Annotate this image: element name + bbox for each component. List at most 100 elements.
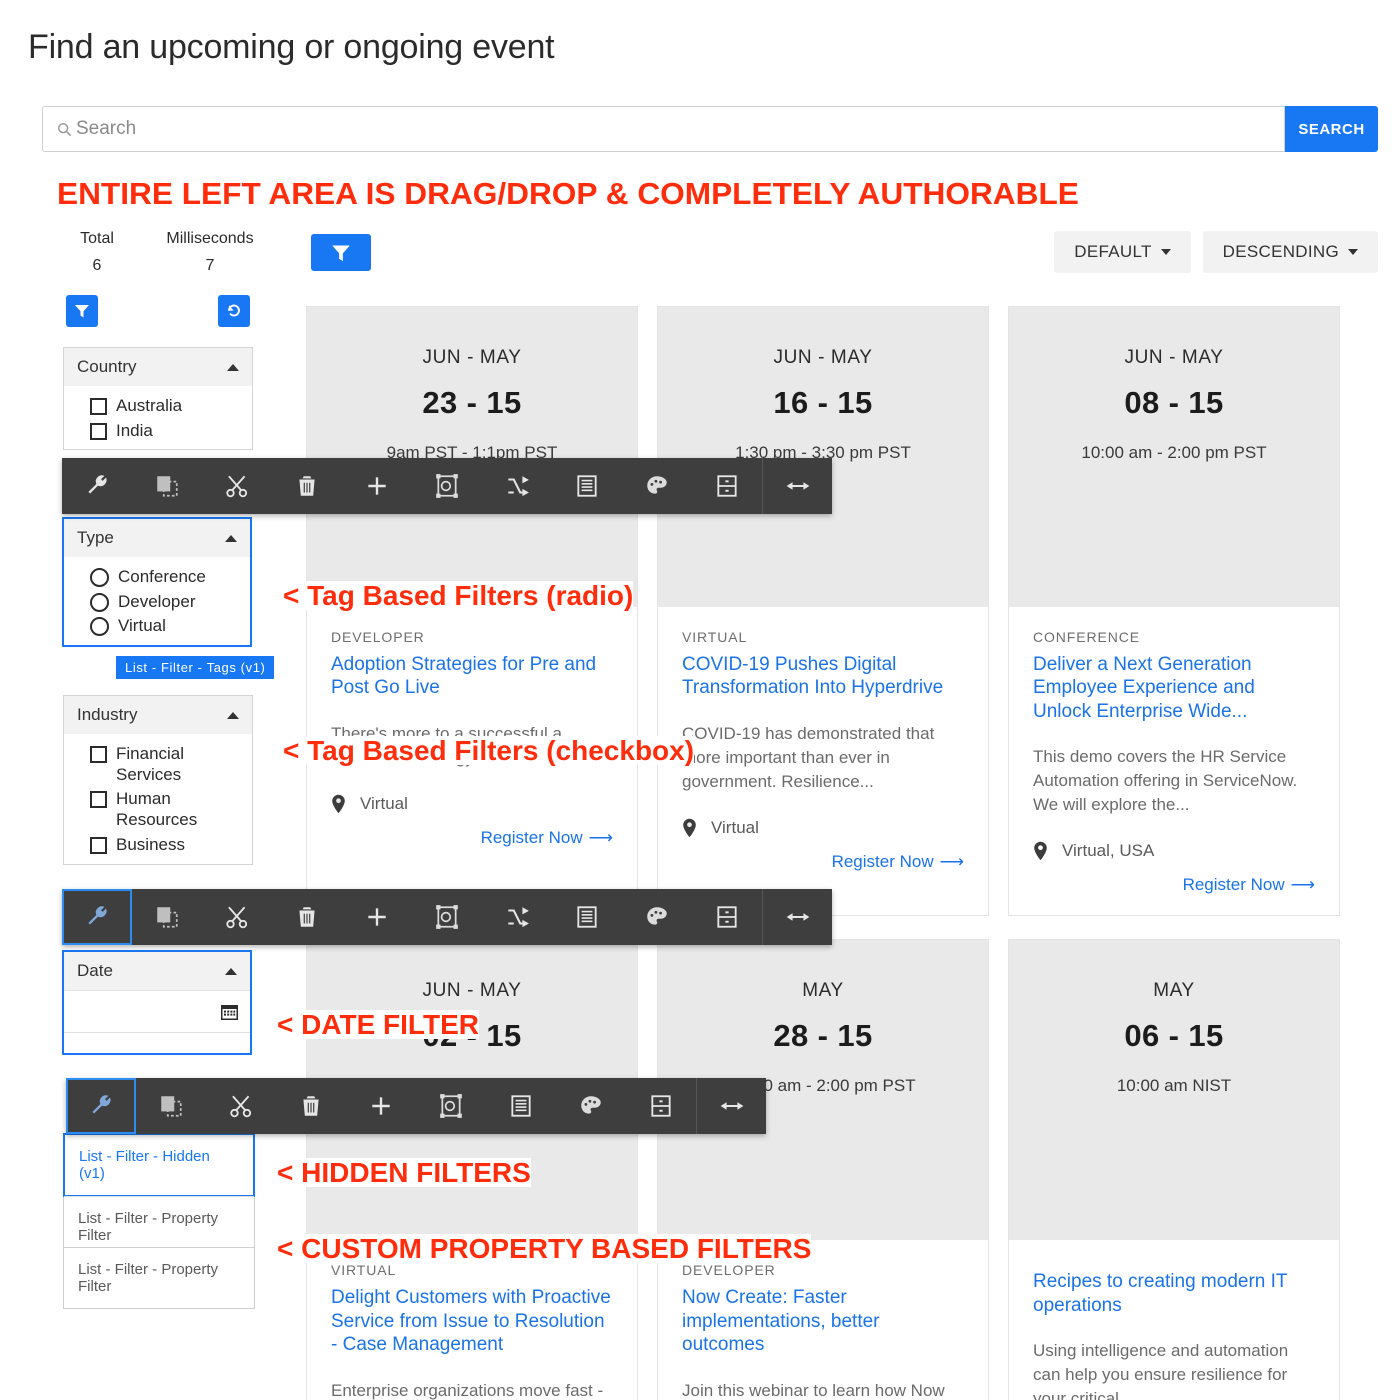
- toolbar-button-shuffle[interactable]: [482, 458, 552, 514]
- facet-option[interactable]: India: [64, 419, 252, 444]
- event-card[interactable]: MAY 28 - 15 10:00 am - 2:00 pm PST DEVEL…: [657, 939, 989, 1400]
- toolbar-button-shuffle[interactable]: [482, 889, 552, 945]
- toolbar-button-drawer[interactable]: [692, 458, 762, 514]
- toolbar-button-wrench[interactable]: [66, 1078, 136, 1134]
- sort-primary-dropdown[interactable]: DEFAULT: [1054, 231, 1191, 273]
- toolbar-button-drawer[interactable]: [626, 1078, 696, 1134]
- checkbox-icon[interactable]: [90, 836, 107, 854]
- list-filter-property[interactable]: List - Filter - Property Filter: [64, 1248, 254, 1308]
- card-register-label: Register Now: [480, 827, 583, 847]
- arrow-right-icon: ⟶: [939, 852, 964, 872]
- facet-option-label: Virtual: [118, 616, 166, 636]
- toolbar-button-resize[interactable]: [762, 458, 832, 514]
- toolbar-button-wrench[interactable]: [62, 458, 132, 514]
- card-title[interactable]: Delight Customers with Proactive Service…: [331, 1286, 613, 1356]
- filter-button-left[interactable]: [66, 295, 98, 327]
- toolbar-button-duplicate[interactable]: [132, 889, 202, 945]
- facet-header-country[interactable]: Country: [64, 348, 252, 386]
- radio-icon[interactable]: [90, 568, 109, 587]
- toolbar-button-scissors[interactable]: [206, 1078, 276, 1134]
- toolbar-button-frame[interactable]: [412, 458, 482, 514]
- date-input[interactable]: [64, 990, 250, 1032]
- facet-title: Country: [77, 357, 137, 376]
- toolbar-button-resize[interactable]: [696, 1078, 766, 1134]
- card-register-link[interactable]: Register Now ⟶: [1033, 875, 1315, 895]
- facet-option[interactable]: Business: [64, 833, 252, 858]
- toolbar-button-delete[interactable]: [272, 889, 342, 945]
- chevron-up-icon: [225, 534, 237, 542]
- facet-option-label: Financial Services: [116, 744, 185, 784]
- facet-option[interactable]: Human Resources: [64, 787, 252, 832]
- trash-icon: [299, 907, 315, 927]
- filter-button-main[interactable]: [311, 234, 371, 271]
- facet-option[interactable]: Virtual: [64, 614, 250, 639]
- card-tag: DEVELOPER: [682, 1262, 776, 1279]
- toolbar-button-list[interactable]: [552, 458, 622, 514]
- card-title[interactable]: Recipes to creating modern IT operations: [1033, 1270, 1315, 1317]
- toolbar-button-delete[interactable]: [276, 1078, 346, 1134]
- card-month: MAY: [802, 980, 844, 1002]
- card-title[interactable]: COVID-19 Pushes Digital Transformation I…: [682, 653, 964, 700]
- card-title[interactable]: Deliver a Next Generation Employee Exper…: [1033, 653, 1315, 723]
- toolbar-button-palette[interactable]: [622, 889, 692, 945]
- list-filter-hidden[interactable]: List - Filter - Hidden (v1): [63, 1133, 255, 1197]
- chevron-up-icon: [227, 711, 239, 719]
- toolbar-button-duplicate[interactable]: [136, 1078, 206, 1134]
- toolbar-button-list[interactable]: [486, 1078, 556, 1134]
- chevron-up-icon: [227, 363, 239, 371]
- card-description: COVID-19 has demonstrated that more impo…: [682, 723, 935, 791]
- facet-option[interactable]: Australia: [64, 394, 252, 419]
- event-card[interactable]: JUN - MAY 08 - 15 10:00 am - 2:00 pm PST…: [1008, 306, 1340, 917]
- card-register-link[interactable]: Register Now ⟶: [682, 852, 964, 872]
- card-body: CONFERENCE Deliver a Next Generation Emp…: [1009, 607, 1339, 915]
- facet-header-type[interactable]: Type: [64, 519, 250, 557]
- facet-option[interactable]: Conference: [64, 565, 250, 590]
- facet-title: Date: [77, 961, 113, 980]
- calendar-icon[interactable]: [220, 1002, 239, 1021]
- facet-body: Australia India: [64, 386, 252, 449]
- wrench-icon: [88, 475, 107, 494]
- card-hero: JUN - MAY 23 - 15 9am PST - 1:1pm PST: [307, 307, 637, 607]
- card-body: VIRTUAL COVID-19 Pushes Digital Transfor…: [658, 607, 988, 892]
- toolbar-button-duplicate[interactable]: [132, 458, 202, 514]
- sort-direction-dropdown[interactable]: DESCENDING: [1202, 231, 1378, 273]
- card-title[interactable]: Adoption Strategies for Pre and Post Go …: [331, 653, 613, 700]
- facet-header-date[interactable]: Date: [64, 952, 250, 990]
- toolbar-button-palette[interactable]: [556, 1078, 626, 1134]
- checkbox-icon[interactable]: [90, 791, 107, 809]
- checkbox-icon[interactable]: [90, 398, 107, 415]
- event-card[interactable]: JUN - MAY 16 - 15 1:30 pm - 3:30 pm PST …: [657, 306, 989, 917]
- facet-title: Type: [77, 528, 114, 547]
- checkbox-icon[interactable]: [90, 746, 107, 763]
- search-input[interactable]: Search: [42, 106, 1285, 152]
- toolbar-button-wrench[interactable]: [62, 889, 132, 945]
- toolbar-button-palette[interactable]: [622, 458, 692, 514]
- facet-option[interactable]: Financial Services: [64, 742, 252, 787]
- event-card[interactable]: MAY 06 - 15 10:00 am NIST Recipes to cre…: [1008, 939, 1340, 1400]
- reset-icon: [228, 304, 240, 317]
- toolbar-button-scissors[interactable]: [202, 889, 272, 945]
- location-pin-icon: [332, 794, 345, 814]
- toolbar-button-frame[interactable]: [416, 1078, 486, 1134]
- facet-option[interactable]: Developer: [64, 590, 250, 615]
- facet-header-industry[interactable]: Industry: [64, 696, 252, 734]
- card-register-link[interactable]: Register Now ⟶: [331, 828, 613, 848]
- toolbar-button-frame[interactable]: [412, 889, 482, 945]
- toolbar-button-add[interactable]: [342, 458, 412, 514]
- reset-button-left[interactable]: [218, 295, 250, 327]
- toolbar-button-delete[interactable]: [272, 458, 342, 514]
- checkbox-icon[interactable]: [90, 422, 107, 440]
- toolbar-button-add[interactable]: [342, 889, 412, 945]
- event-card[interactable]: JUN - MAY 23 - 15 9am PST - 1:1pm PST DE…: [306, 306, 638, 917]
- card-title[interactable]: Now Create: Faster implementations, bett…: [682, 1286, 964, 1356]
- toolbar-button-scissors[interactable]: [202, 458, 272, 514]
- radio-icon[interactable]: [90, 592, 109, 612]
- search-button[interactable]: SEARCH: [1285, 106, 1378, 152]
- radio-icon[interactable]: [90, 617, 109, 637]
- card-location-label: Virtual: [360, 793, 408, 813]
- toolbar-button-add[interactable]: [346, 1078, 416, 1134]
- date-range-row[interactable]: [64, 1032, 250, 1053]
- toolbar-button-list[interactable]: [552, 889, 622, 945]
- toolbar-button-drawer[interactable]: [692, 889, 762, 945]
- toolbar-button-resize[interactable]: [762, 889, 832, 945]
